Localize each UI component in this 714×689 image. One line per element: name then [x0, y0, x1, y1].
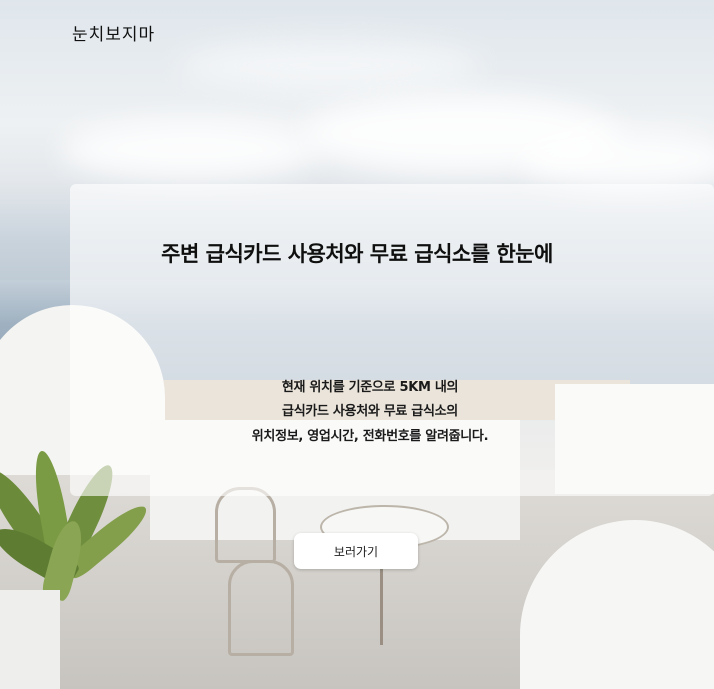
hero-description-line-3: 위치정보, 영업시간, 전화번호를 알려줍니다.	[251, 429, 489, 444]
hero-description-line-2: 급식카드 사용처와 무료 급식소의	[282, 404, 458, 419]
hero-panel	[70, 184, 714, 496]
hero-headline: 주변 급식카드 사용처와 무료 급식소를 한눈에	[161, 242, 553, 266]
brand-logo[interactable]: 눈치보지마	[72, 20, 155, 45]
view-button[interactable]: 보러가기	[294, 533, 418, 569]
hero-description-line-1: 현재 위치를 기준으로 5KM 내의	[281, 380, 459, 395]
